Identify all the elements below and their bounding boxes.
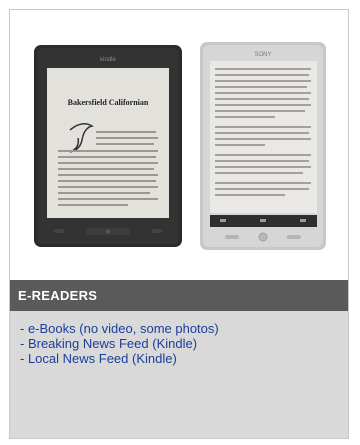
sony-screen	[210, 61, 317, 213]
ereader-card: kindle Bakersfield Californian SONY E-RE…	[9, 9, 349, 439]
ereaders-photo: kindle Bakersfield Californian SONY	[10, 10, 348, 278]
ereaders-illustration: kindle Bakersfield Californian SONY	[34, 42, 326, 250]
kindle-screen-title: Bakersfield Californian	[68, 98, 149, 107]
kindle-logo-text: kindle	[100, 57, 116, 63]
sony-home-button	[258, 232, 268, 242]
section-title: E-READERS	[10, 280, 348, 311]
feature-item-breaking-news: Breaking News Feed (Kindle)	[20, 336, 338, 351]
sony-logo-text: SONY	[254, 52, 271, 58]
feature-item-ebooks: e-Books (no video, some photos)	[20, 321, 338, 336]
feature-item-local-news: Local News Feed (Kindle)	[20, 351, 338, 366]
sony-device: SONY	[200, 42, 326, 250]
kindle-device: kindle Bakersfield Californian	[34, 45, 182, 247]
features-panel: e-Books (no video, some photos) Breaking…	[10, 311, 348, 438]
feature-list: e-Books (no video, some photos) Breaking…	[20, 321, 338, 366]
kindle-home-button	[106, 229, 110, 234]
